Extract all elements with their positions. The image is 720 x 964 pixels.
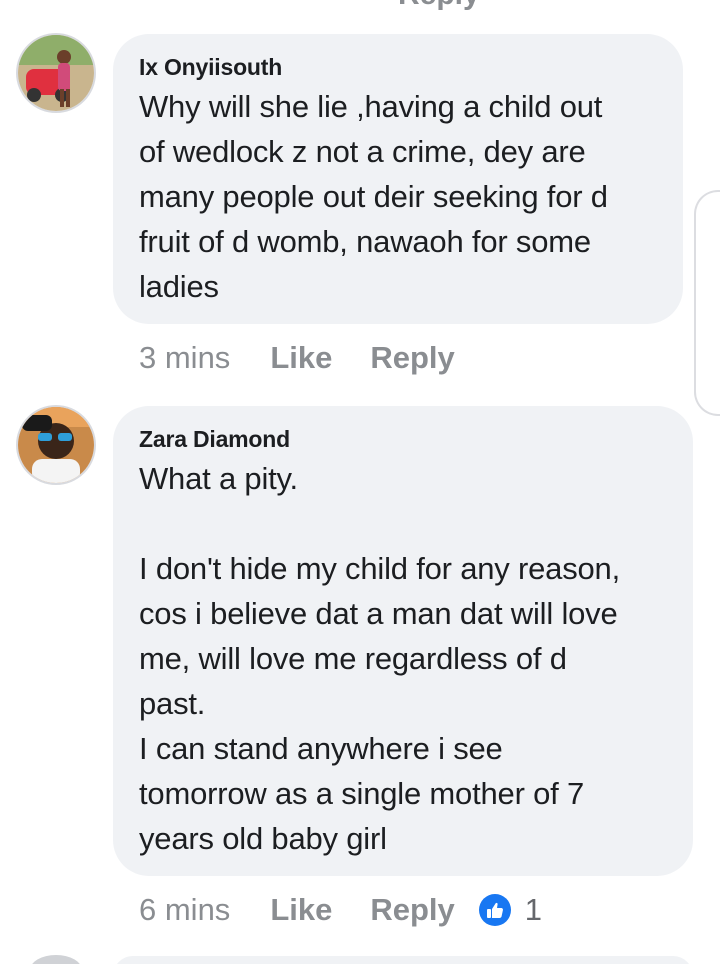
reply-button[interactable]: Reply [370, 892, 454, 928]
avatar[interactable] [18, 35, 94, 111]
comment-author[interactable]: Zara Diamond [139, 424, 669, 454]
reply-button[interactable]: Reply [370, 340, 454, 376]
comments-feed: Reply Ix Onyiisouth Why will she lie ,ha… [0, 0, 720, 964]
comment-bubble: Zara Diamond What a pity. I don't hide m… [113, 406, 693, 876]
reaction-summary[interactable]: 1 [478, 892, 543, 928]
comment-timestamp[interactable]: 6 mins [139, 892, 230, 928]
avatar-image [18, 35, 94, 111]
comment-actions: 3 mins Like Reply [139, 340, 493, 376]
thumbs-up-icon [478, 894, 511, 926]
comment-actions: 6 mins Like Reply 1 [139, 892, 542, 928]
like-button[interactable]: Like [270, 892, 332, 928]
comment-bubble: Ix Onyiisouth Why will she lie ,having a… [113, 34, 683, 324]
comment-timestamp[interactable]: 3 mins [139, 340, 230, 376]
avatar[interactable] [30, 955, 82, 964]
comment-text: What a pity. I don't hide my child for a… [139, 461, 621, 856]
like-button[interactable]: Like [270, 340, 332, 376]
comment-text: Why will she lie ,having a child out of … [139, 89, 608, 304]
partial-reply-link[interactable]: Reply [398, 0, 480, 12]
comment-author[interactable]: Ix Onyiisouth [139, 52, 659, 82]
avatar-image [18, 407, 94, 483]
side-panel-edge[interactable] [694, 190, 720, 416]
comment-bubble [113, 956, 693, 964]
reaction-count: 1 [524, 892, 543, 927]
avatar[interactable] [18, 407, 94, 483]
